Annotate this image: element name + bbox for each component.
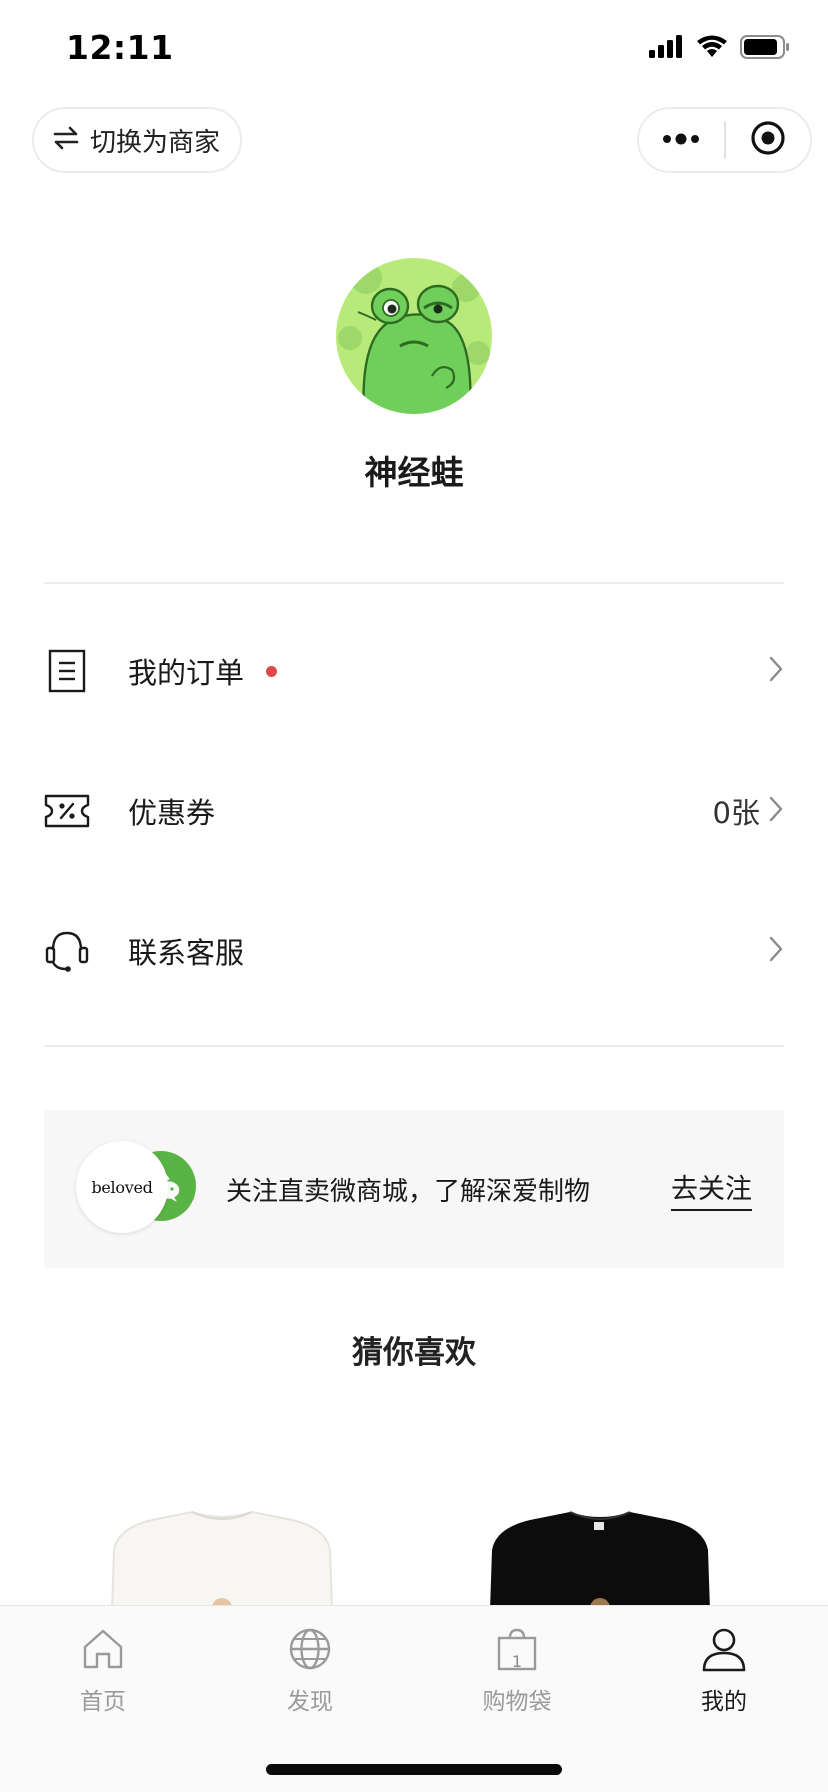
- follow-button[interactable]: 去关注: [671, 1167, 752, 1211]
- tab-me[interactable]: 我的: [664, 1622, 784, 1716]
- home-indicator[interactable]: [266, 1764, 562, 1775]
- switch-to-merchant-button[interactable]: 切换为商家: [32, 107, 242, 173]
- avatar[interactable]: [336, 258, 492, 414]
- beloved-logo-text: beloved: [91, 1177, 153, 1197]
- tab-label: 首页: [80, 1689, 126, 1715]
- chevron-right-icon: [768, 795, 784, 827]
- battery-icon: [740, 35, 790, 63]
- menu-item-right: [768, 935, 784, 967]
- home-icon: [43, 1622, 163, 1676]
- tab-label: 发现: [287, 1689, 333, 1715]
- product-card-white-tee[interactable]: [92, 1500, 352, 1618]
- beloved-logo: beloved: [76, 1141, 168, 1233]
- recommend-title: 猜你喜欢: [352, 1335, 476, 1371]
- person-icon: [664, 1622, 784, 1676]
- notification-dot: [266, 665, 278, 677]
- menu-item-label: 我的订单: [128, 656, 245, 690]
- tab-discover[interactable]: 发现: [250, 1622, 370, 1716]
- status-time: 12:11: [66, 28, 174, 67]
- menu-item-orders[interactable]: 我的订单: [44, 616, 784, 726]
- product-card-black-tee[interactable]: [470, 1500, 730, 1618]
- globe-icon: [250, 1622, 370, 1676]
- order-list-icon: [44, 648, 90, 694]
- bag-count-badge: 1: [511, 1652, 523, 1671]
- menu-item-right: [768, 655, 784, 687]
- username: 神经蛙: [364, 453, 464, 492]
- more-button[interactable]: [639, 109, 724, 171]
- tab-shopping-bag[interactable]: 购物袋 1: [457, 1622, 577, 1716]
- section-divider: [44, 1045, 784, 1047]
- close-miniprogram-button[interactable]: [726, 109, 811, 171]
- miniprogram-capsule: [637, 107, 812, 173]
- status-bar: 12:11: [0, 0, 828, 100]
- tab-label: 购物袋: [482, 1689, 552, 1715]
- menu-item-right: 0张: [713, 790, 784, 832]
- menu-item-label: 优惠券: [128, 796, 216, 830]
- tab-label: 我的: [701, 1689, 747, 1715]
- chevron-right-icon: [768, 935, 784, 967]
- menu-item-customer-service[interactable]: 联系客服: [44, 896, 784, 1006]
- status-icons: [648, 34, 790, 64]
- follow-logos: beloved: [76, 1139, 196, 1239]
- wifi-icon: [696, 35, 728, 63]
- swap-arrows-icon: [52, 126, 80, 154]
- section-divider: [44, 582, 784, 584]
- coupon-count: 0张: [712, 796, 760, 830]
- chevron-right-icon: [768, 655, 784, 687]
- coupon-icon: [44, 788, 90, 834]
- close-target-icon: [750, 120, 786, 160]
- menu-item-label: 联系客服: [128, 936, 245, 970]
- signal-icon: [648, 35, 684, 63]
- menu-item-coupons[interactable]: 优惠券 0张: [44, 756, 784, 866]
- switch-label: 切换为商家: [90, 127, 221, 158]
- more-icon: [661, 131, 701, 150]
- follow-banner: beloved 关注直卖微商城，了解深爱制物 去关注: [44, 1110, 784, 1268]
- follow-text: 关注直卖微商城，了解深爱制物: [226, 1176, 591, 1207]
- headset-icon: [44, 928, 90, 974]
- frog-avatar-icon: [336, 258, 492, 414]
- tab-home[interactable]: 首页: [43, 1622, 163, 1716]
